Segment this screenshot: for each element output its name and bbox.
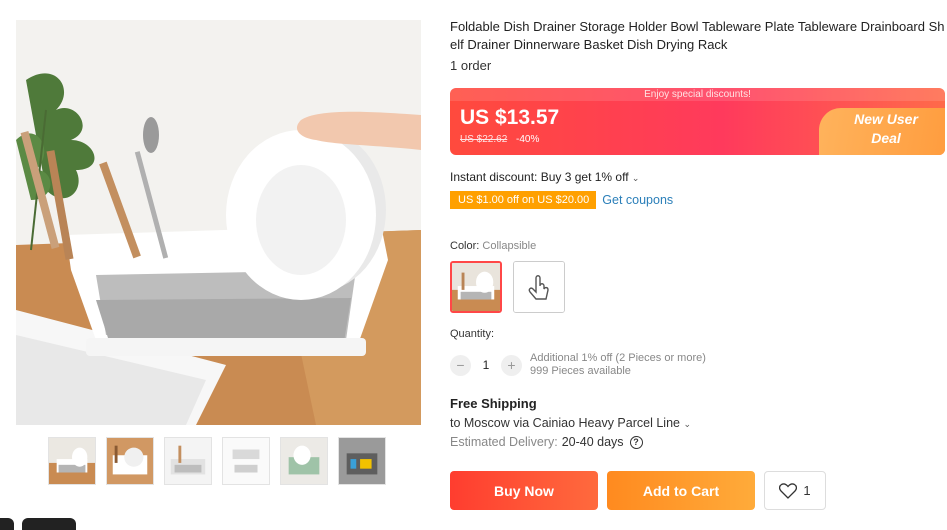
coupon-chip[interactable]: US $1.00 off on US $20.00 [450,191,597,209]
original-price: US $22.62 [460,134,508,145]
thumbnail-1[interactable] [48,437,96,485]
price-banner: Enjoy special discounts! US $13.57 US $2… [450,88,945,155]
color-label-text: Color: [450,240,480,252]
get-coupons-link[interactable]: Get coupons [602,193,673,207]
wishlist-button[interactable]: 1 [764,471,826,510]
color-swatch-collapsible[interactable] [450,261,502,313]
question-circle-icon[interactable]: ? [629,435,643,449]
product-title: Foldable Dish Drainer Storage Holder Bow… [450,19,945,52]
action-buttons: Buy Now Add to Cart 1 [450,471,826,510]
floating-tab[interactable] [22,518,76,530]
quantity-plus-button[interactable]: + [501,354,522,376]
product-info: Foldable Dish Drainer Storage Holder Bow… [450,18,945,510]
main-product-image[interactable] [16,20,421,425]
instant-discount[interactable]: Instant discount: Buy 3 get 1% off ⌄ [450,170,639,184]
thumbnail-4[interactable] [222,437,270,485]
discount-percent: -40% [516,134,540,145]
deal-badge-text: New User Deal [854,111,918,146]
new-user-deal-badge: New User Deal [819,108,945,155]
floating-tab-left[interactable] [0,518,14,530]
quantity-label: Quantity: [450,328,495,340]
color-value: Collapsible [482,240,537,252]
color-label: Color: Collapsible [450,240,536,252]
thumbnail-strip [48,437,386,485]
hand-pointer-icon [514,262,564,312]
thumbnail-2[interactable] [106,437,154,485]
color-swatches [450,261,565,313]
quantity-minus-button[interactable]: − [450,354,471,376]
coupon-row: US $1.00 off on US $20.00 Get coupons [450,191,673,209]
shipping-section: Free Shipping to Moscow via Cainiao Heav… [450,396,691,449]
dish-rack-photo [16,20,421,425]
quantity-note-line2: 999 Pieces available [530,365,631,377]
shipping-route-text: to Moscow via Cainiao Heavy Parcel Line [450,416,680,430]
shipping-route[interactable]: to Moscow via Cainiao Heavy Parcel Line … [450,416,691,430]
add-to-cart-button[interactable]: Add to Cart [607,471,755,510]
heart-icon [779,482,798,499]
thumbnail-3[interactable] [164,437,212,485]
quantity-note: Additional 1% off (2 Pieces or more) 999… [530,352,706,378]
quantity-value[interactable]: 1 [471,358,501,372]
chevron-down-icon: ⌄ [683,419,691,429]
thumbnail-5[interactable] [280,437,328,485]
wishlist-count: 1 [803,483,811,498]
quantity-note-line1: Additional 1% off (2 Pieces or more) [530,352,706,364]
estimated-delivery-label: Estimated Delivery: [450,435,558,449]
promo-strip: Enjoy special discounts! [450,88,945,101]
estimated-delivery-days: 20-40 days [561,435,624,449]
shipping-title: Free Shipping [450,396,537,411]
color-swatch-2[interactable] [513,261,565,313]
estimated-delivery: Estimated Delivery: 20-40 days ? [450,435,691,449]
chevron-down-icon: ⌄ [631,173,640,183]
order-count: 1 order [450,58,492,73]
thumbnail-6[interactable] [338,437,386,485]
buy-now-button[interactable]: Buy Now [450,471,598,510]
instant-discount-text: Instant discount: Buy 3 get 1% off [450,170,629,184]
quantity-stepper: − 1 + Additional 1% off (2 Pieces or mor… [450,352,706,378]
current-price: US $13.57 [460,106,560,129]
